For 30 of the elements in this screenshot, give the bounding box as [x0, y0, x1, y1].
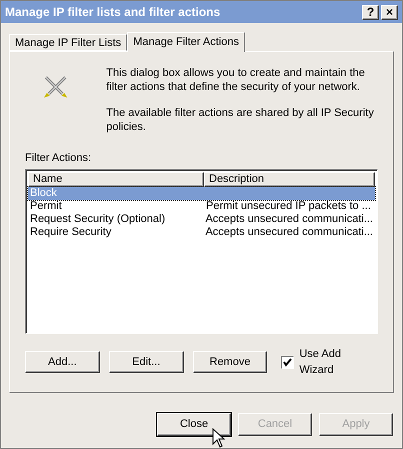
- checkmark-icon: [283, 358, 292, 366]
- name-cell-text: Request Security (Optional): [29, 212, 166, 226]
- filter-actions-list[interactable]: Name Description Block Permit Permit unsecured IP packets to ... Request Security (Optional) Accepts unsecured communicati... Require Security Accepts unsecured communicati...: [25, 168, 378, 334]
- list-row[interactable]: Require Security Accepts unsecured communicati...: [28, 226, 375, 238]
- column-header[interactable]: Description: [204, 172, 375, 186]
- description-cell-text: Accepts unsecured communicati...: [204, 226, 374, 238]
- list-row[interactable]: Permit Permit unsecured IP packets to ...: [28, 200, 375, 212]
- description-cell-text: Permit unsecured IP packets to ...: [205, 200, 372, 212]
- action-button[interactable]: Edit...: [108, 351, 184, 373]
- intro-text: This dialog box allows you to create and maintain the filter actions that define the security of your network.: [106, 66, 366, 94]
- crossed-swords-icon: [43, 74, 68, 100]
- close-button[interactable]: ×: [381, 4, 398, 20]
- tab[interactable]: Manage IP Filter Lists: [9, 34, 128, 51]
- column-header[interactable]: Name: [28, 172, 204, 186]
- window-title: Manage IP filter lists and filter actions: [5, 4, 220, 21]
- intro-text: The available filter actions are shared by all IP Security policies.: [106, 106, 375, 134]
- list-row[interactable]: Request Security (Optional) Accepts unsecured communicati...: [28, 212, 375, 226]
- dialog-button[interactable]: Close: [157, 413, 231, 436]
- tab[interactable]: Manage Filter Actions: [127, 32, 245, 52]
- list-label: Filter Actions:: [25, 151, 92, 166]
- help-button[interactable]: ?: [362, 4, 379, 20]
- action-button[interactable]: Remove: [192, 351, 268, 373]
- wizard-checkbox[interactable]: [281, 356, 294, 368]
- description-cell-text: Accepts unsecured communicati...: [204, 212, 374, 226]
- name-cell-text: Block: [29, 186, 58, 200]
- name-cell-text: Require Security: [29, 226, 112, 238]
- name-cell-text: Permit: [29, 200, 63, 212]
- wizard-label: Use Add Wizard: [299, 346, 342, 378]
- cursor-icon: [212, 428, 226, 448]
- action-button[interactable]: Add...: [25, 351, 100, 373]
